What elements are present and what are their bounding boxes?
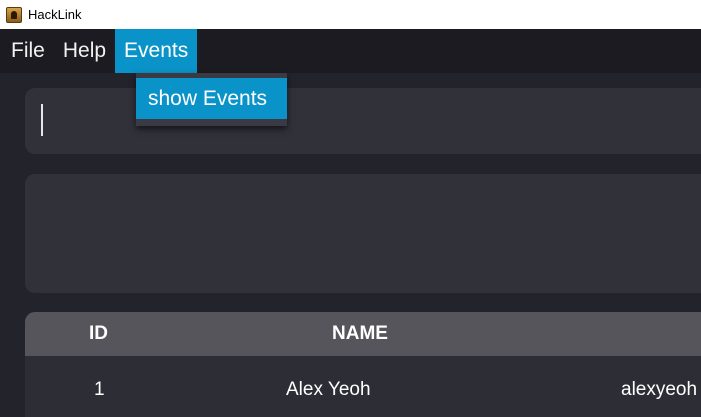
menu-help[interactable]: Help [54, 29, 115, 73]
window-title: HackLink [28, 7, 82, 22]
text-caret [41, 104, 43, 136]
cell-email: alexyeoh [621, 379, 698, 400]
app-icon [6, 6, 22, 23]
column-header-name[interactable]: NAME [332, 312, 388, 356]
result-display [25, 174, 701, 293]
title-bar: HackLink [0, 0, 701, 29]
menu-item-show-events[interactable]: show Events [136, 78, 287, 119]
table-header: ID NAME [25, 312, 701, 356]
command-input[interactable] [25, 88, 701, 154]
menu-bar: File Help Events [0, 29, 701, 73]
table-row[interactable]: 1 Alex Yeoh alexyeoh [25, 356, 701, 417]
menu-file[interactable]: File [0, 29, 54, 73]
menu-events[interactable]: Events [115, 29, 198, 73]
column-header-id[interactable]: ID [89, 312, 108, 356]
cell-id: 1 [94, 379, 105, 400]
person-table: ID NAME 1 Alex Yeoh alexyeoh [25, 312, 701, 417]
cell-name: Alex Yeoh [286, 379, 371, 400]
events-dropdown-menu: show Events [136, 73, 287, 126]
